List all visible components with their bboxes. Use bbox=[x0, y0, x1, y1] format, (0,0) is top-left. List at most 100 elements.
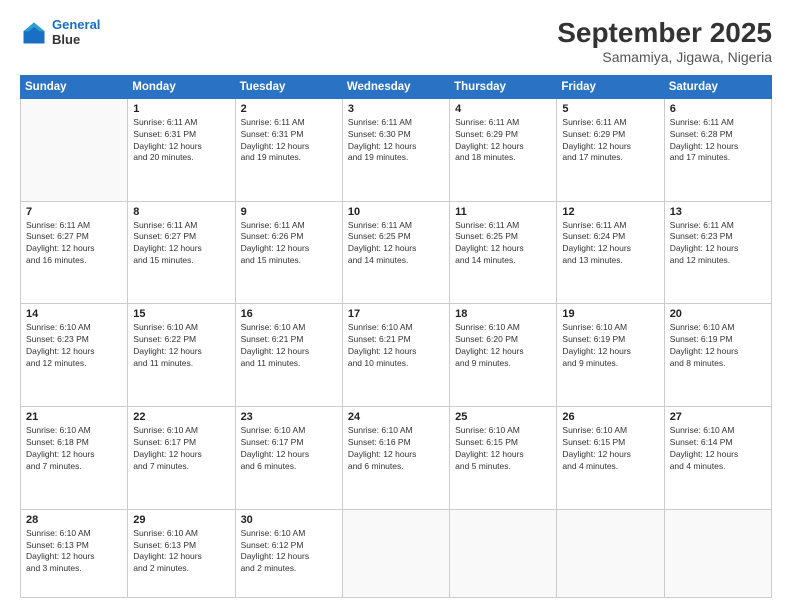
location-subtitle: Samamiya, Jigawa, Nigeria bbox=[557, 49, 772, 65]
day-number: 27 bbox=[670, 411, 766, 423]
calendar-cell: 14 Sunrise: 6:10 AM Sunset: 6:23 PM Dayli… bbox=[21, 304, 128, 407]
calendar-cell bbox=[21, 98, 128, 201]
logo-text: General Blue bbox=[52, 18, 100, 48]
day-info: Sunrise: 6:11 AM Sunset: 6:24 PM Dayligh… bbox=[562, 220, 658, 268]
calendar-cell: 9 Sunrise: 6:11 AM Sunset: 6:26 PM Daylig… bbox=[235, 201, 342, 304]
day-number: 3 bbox=[348, 103, 444, 115]
day-info: Sunrise: 6:10 AM Sunset: 6:23 PM Dayligh… bbox=[26, 322, 122, 370]
title-block: September 2025 Samamiya, Jigawa, Nigeria bbox=[557, 18, 772, 65]
day-number: 5 bbox=[562, 103, 658, 115]
day-number: 21 bbox=[26, 411, 122, 423]
day-info: Sunrise: 6:10 AM Sunset: 6:13 PM Dayligh… bbox=[133, 528, 229, 576]
day-info: Sunrise: 6:10 AM Sunset: 6:16 PM Dayligh… bbox=[348, 425, 444, 473]
day-info: Sunrise: 6:11 AM Sunset: 6:30 PM Dayligh… bbox=[348, 117, 444, 165]
calendar-cell: 21Sunrise: 6:10 AM Sunset: 6:18 PM Dayli… bbox=[21, 406, 128, 509]
day-number: 7 bbox=[26, 206, 122, 218]
col-sunday: Sunday bbox=[21, 75, 128, 98]
day-info: Sunrise: 6:11 AM Sunset: 6:27 PM Dayligh… bbox=[26, 220, 122, 268]
calendar-cell bbox=[342, 509, 449, 597]
calendar-table: Sunday Monday Tuesday Wednesday Thursday… bbox=[20, 75, 772, 598]
day-number: 4 bbox=[455, 103, 551, 115]
day-info: Sunrise: 6:11 AM Sunset: 6:31 PM Dayligh… bbox=[133, 117, 229, 165]
day-info: Sunrise: 6:10 AM Sunset: 6:17 PM Dayligh… bbox=[133, 425, 229, 473]
calendar-week-4: 21Sunrise: 6:10 AM Sunset: 6:18 PM Dayli… bbox=[21, 406, 772, 509]
page: General Blue September 2025 Samamiya, Ji… bbox=[0, 0, 792, 612]
calendar-cell: 23Sunrise: 6:10 AM Sunset: 6:17 PM Dayli… bbox=[235, 406, 342, 509]
calendar-week-1: 1Sunrise: 6:11 AM Sunset: 6:31 PM Daylig… bbox=[21, 98, 772, 201]
day-number: 10 bbox=[348, 206, 444, 218]
day-info: Sunrise: 6:11 AM Sunset: 6:26 PM Dayligh… bbox=[241, 220, 337, 268]
day-info: Sunrise: 6:10 AM Sunset: 6:14 PM Dayligh… bbox=[670, 425, 766, 473]
calendar-cell: 7 Sunrise: 6:11 AM Sunset: 6:27 PM Daylig… bbox=[21, 201, 128, 304]
col-tuesday: Tuesday bbox=[235, 75, 342, 98]
day-info: Sunrise: 6:10 AM Sunset: 6:19 PM Dayligh… bbox=[562, 322, 658, 370]
calendar-cell: 8 Sunrise: 6:11 AM Sunset: 6:27 PM Daylig… bbox=[128, 201, 235, 304]
calendar-cell: 12 Sunrise: 6:11 AM Sunset: 6:24 PM Dayli… bbox=[557, 201, 664, 304]
calendar-cell: 25 Sunrise: 6:10 AM Sunset: 6:15 PM Dayli… bbox=[450, 406, 557, 509]
col-thursday: Thursday bbox=[450, 75, 557, 98]
day-info: Sunrise: 6:10 AM Sunset: 6:13 PM Dayligh… bbox=[26, 528, 122, 576]
col-wednesday: Wednesday bbox=[342, 75, 449, 98]
calendar-cell: 13Sunrise: 6:11 AM Sunset: 6:23 PM Dayli… bbox=[664, 201, 771, 304]
logo: General Blue bbox=[20, 18, 100, 48]
calendar-cell: 6Sunrise: 6:11 AM Sunset: 6:28 PM Daylig… bbox=[664, 98, 771, 201]
day-info: Sunrise: 6:11 AM Sunset: 6:29 PM Dayligh… bbox=[455, 117, 551, 165]
day-number: 8 bbox=[133, 206, 229, 218]
calendar-cell: 17Sunrise: 6:10 AM Sunset: 6:21 PM Dayli… bbox=[342, 304, 449, 407]
logo-line2: Blue bbox=[52, 33, 100, 48]
logo-icon bbox=[20, 19, 48, 47]
calendar-week-5: 28 Sunrise: 6:10 AM Sunset: 6:13 PM Dayli… bbox=[21, 509, 772, 597]
day-number: 26 bbox=[562, 411, 658, 423]
calendar-cell: 19 Sunrise: 6:10 AM Sunset: 6:19 PM Dayli… bbox=[557, 304, 664, 407]
day-number: 15 bbox=[133, 308, 229, 320]
calendar-cell bbox=[557, 509, 664, 597]
col-friday: Friday bbox=[557, 75, 664, 98]
day-info: Sunrise: 6:11 AM Sunset: 6:29 PM Dayligh… bbox=[562, 117, 658, 165]
calendar-cell: 16 Sunrise: 6:10 AM Sunset: 6:21 PM Dayli… bbox=[235, 304, 342, 407]
calendar-cell: 24 Sunrise: 6:10 AM Sunset: 6:16 PM Dayli… bbox=[342, 406, 449, 509]
day-number: 29 bbox=[133, 514, 229, 526]
logo-line1: General bbox=[52, 17, 100, 32]
day-number: 17 bbox=[348, 308, 444, 320]
calendar-cell: 11Sunrise: 6:11 AM Sunset: 6:25 PM Dayli… bbox=[450, 201, 557, 304]
calendar-cell: 2Sunrise: 6:11 AM Sunset: 6:31 PM Daylig… bbox=[235, 98, 342, 201]
calendar-cell: 22Sunrise: 6:10 AM Sunset: 6:17 PM Dayli… bbox=[128, 406, 235, 509]
day-number: 25 bbox=[455, 411, 551, 423]
calendar-week-3: 14 Sunrise: 6:10 AM Sunset: 6:23 PM Dayli… bbox=[21, 304, 772, 407]
day-number: 14 bbox=[26, 308, 122, 320]
calendar-cell: 5 Sunrise: 6:11 AM Sunset: 6:29 PM Daylig… bbox=[557, 98, 664, 201]
calendar-cell: 15Sunrise: 6:10 AM Sunset: 6:22 PM Dayli… bbox=[128, 304, 235, 407]
calendar-header: Sunday Monday Tuesday Wednesday Thursday… bbox=[21, 75, 772, 98]
calendar-cell: 26 Sunrise: 6:10 AM Sunset: 6:15 PM Dayli… bbox=[557, 406, 664, 509]
day-info: Sunrise: 6:10 AM Sunset: 6:15 PM Dayligh… bbox=[455, 425, 551, 473]
day-number: 19 bbox=[562, 308, 658, 320]
col-saturday: Saturday bbox=[664, 75, 771, 98]
header: General Blue September 2025 Samamiya, Ji… bbox=[20, 18, 772, 65]
day-number: 18 bbox=[455, 308, 551, 320]
calendar-body: 1Sunrise: 6:11 AM Sunset: 6:31 PM Daylig… bbox=[21, 98, 772, 597]
calendar-cell: 27 Sunrise: 6:10 AM Sunset: 6:14 PM Dayli… bbox=[664, 406, 771, 509]
day-number: 12 bbox=[562, 206, 658, 218]
calendar-cell: 10Sunrise: 6:11 AM Sunset: 6:25 PM Dayli… bbox=[342, 201, 449, 304]
day-info: Sunrise: 6:11 AM Sunset: 6:28 PM Dayligh… bbox=[670, 117, 766, 165]
calendar-cell: 4 Sunrise: 6:11 AM Sunset: 6:29 PM Daylig… bbox=[450, 98, 557, 201]
day-number: 24 bbox=[348, 411, 444, 423]
calendar-cell: 18Sunrise: 6:10 AM Sunset: 6:20 PM Dayli… bbox=[450, 304, 557, 407]
calendar-cell: 30Sunrise: 6:10 AM Sunset: 6:12 PM Dayli… bbox=[235, 509, 342, 597]
day-info: Sunrise: 6:10 AM Sunset: 6:21 PM Dayligh… bbox=[241, 322, 337, 370]
day-number: 30 bbox=[241, 514, 337, 526]
calendar-cell bbox=[450, 509, 557, 597]
month-title: September 2025 bbox=[557, 18, 772, 49]
calendar-week-2: 7 Sunrise: 6:11 AM Sunset: 6:27 PM Daylig… bbox=[21, 201, 772, 304]
day-info: Sunrise: 6:11 AM Sunset: 6:27 PM Dayligh… bbox=[133, 220, 229, 268]
day-number: 20 bbox=[670, 308, 766, 320]
day-number: 16 bbox=[241, 308, 337, 320]
day-info: Sunrise: 6:11 AM Sunset: 6:31 PM Dayligh… bbox=[241, 117, 337, 165]
calendar-cell bbox=[664, 509, 771, 597]
calendar-cell: 3 Sunrise: 6:11 AM Sunset: 6:30 PM Daylig… bbox=[342, 98, 449, 201]
day-info: Sunrise: 6:10 AM Sunset: 6:15 PM Dayligh… bbox=[562, 425, 658, 473]
day-number: 11 bbox=[455, 206, 551, 218]
day-number: 23 bbox=[241, 411, 337, 423]
day-number: 9 bbox=[241, 206, 337, 218]
day-number: 28 bbox=[26, 514, 122, 526]
